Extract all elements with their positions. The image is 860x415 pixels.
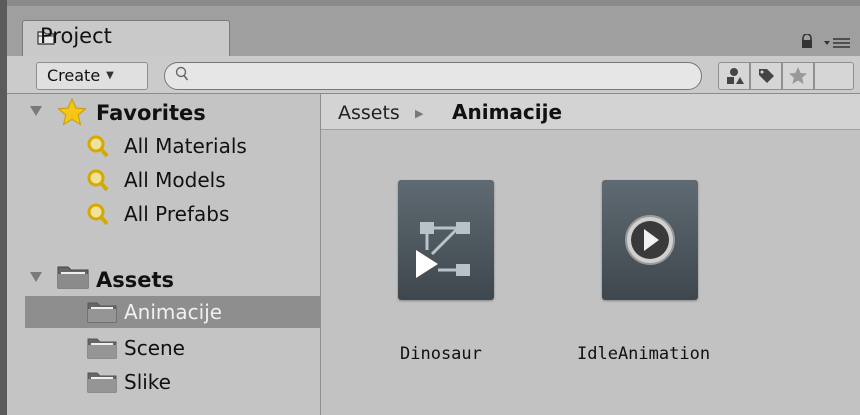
saved-search-icon [87, 203, 109, 226]
filter-by-label-button[interactable] [750, 62, 782, 90]
favorite-item-all-materials[interactable]: All Materials [86, 132, 276, 162]
asset-thumbnail [398, 180, 494, 300]
favorite-item-label: All Models [124, 168, 226, 192]
asset-name: Dinosaur [400, 344, 482, 364]
breadcrumb-separator-icon: ▶ [415, 107, 424, 120]
window-left-border [0, 0, 7, 415]
asset-name: IdleAnimation [577, 344, 711, 364]
context-menu-icon[interactable] [824, 36, 850, 50]
favorite-item-all-models[interactable]: All Models [86, 166, 276, 196]
assets-expand-arrow-icon[interactable] [30, 272, 42, 282]
tab-title: Project [40, 24, 112, 48]
favorites-expand-arrow-icon[interactable] [30, 106, 42, 116]
tree-item-animacije[interactable]: Animacije [86, 298, 286, 328]
folder-icon [57, 266, 89, 289]
tree-item-scene[interactable]: Scene [86, 334, 286, 364]
breadcrumb-root[interactable]: Assets [338, 102, 400, 124]
create-dropdown-button[interactable]: Create ▼ [36, 62, 148, 90]
favorite-item-label: All Materials [124, 134, 247, 158]
search-icon [175, 66, 189, 81]
asset-item-dinosaur[interactable]: Dinosaur [398, 180, 494, 380]
save-search-favorite-button[interactable] [782, 62, 814, 90]
animator-controller-icon [416, 222, 470, 278]
tree-item-label: Slike [124, 370, 171, 394]
toolbar-overflow-button[interactable] [814, 62, 854, 90]
favorite-item-all-prefabs[interactable]: All Prefabs [86, 200, 276, 230]
animation-clip-icon [625, 215, 675, 265]
breadcrumb-current[interactable]: Animacije [452, 100, 562, 124]
assets-label[interactable]: Assets [96, 268, 174, 292]
filter-by-label-icon [759, 69, 774, 83]
saved-search-icon [87, 135, 109, 158]
saved-search-icon [87, 169, 109, 192]
favorite-item-label: All Prefabs [124, 202, 230, 226]
folder-icon [87, 338, 117, 359]
asset-item-idleanimation[interactable]: IdleAnimation [577, 180, 710, 380]
filter-by-type-button[interactable] [718, 62, 750, 90]
favorites-star-icon [57, 97, 87, 126]
tree-item-slike[interactable]: Slike [86, 368, 286, 398]
asset-thumbnail [602, 180, 698, 300]
tree-item-label: Scene [124, 336, 185, 360]
tree-item-label: Animacije [124, 300, 223, 324]
breadcrumb [321, 94, 860, 130]
filter-by-type-icon [727, 68, 744, 84]
dropdown-arrow-icon: ▼ [106, 70, 114, 81]
search-input[interactable] [198, 64, 692, 88]
folder-icon [87, 372, 117, 393]
favorites-label[interactable]: Favorites [96, 101, 206, 125]
create-label: Create [47, 66, 101, 85]
lock-icon[interactable] [800, 34, 814, 48]
favorite-star-icon [789, 67, 807, 84]
folder-icon [87, 302, 117, 323]
